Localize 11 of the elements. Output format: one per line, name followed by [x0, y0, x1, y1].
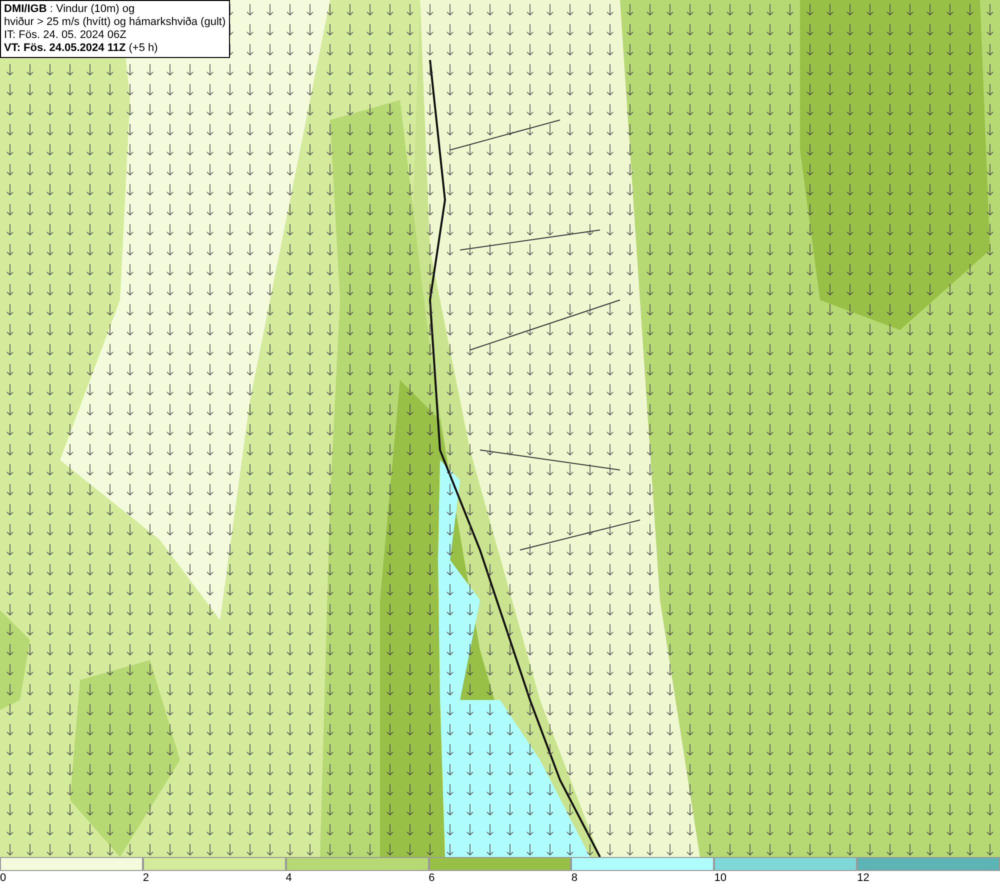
- info-text: IT: Fös. 24. 05. 2024 06Z: [4, 29, 128, 42]
- info-text: DMI/IGB : Vindur (10m) og: [4, 3, 136, 16]
- legend-label: 0: [0, 871, 6, 885]
- legend-label: 12: [857, 871, 870, 885]
- info-text: hviður > 25 m/s (hvítt) og hámarkshviða (gult): [4, 16, 226, 29]
- legend-label: 2: [142, 871, 149, 885]
- legend-label: 6: [428, 871, 435, 885]
- legend-label: 8: [571, 871, 578, 885]
- legend-label: 4: [286, 871, 292, 885]
- legend-label: 10: [714, 871, 727, 885]
- info-text: VT: Fös. 24.05.2024 11Z (+5 h): [4, 42, 159, 55]
